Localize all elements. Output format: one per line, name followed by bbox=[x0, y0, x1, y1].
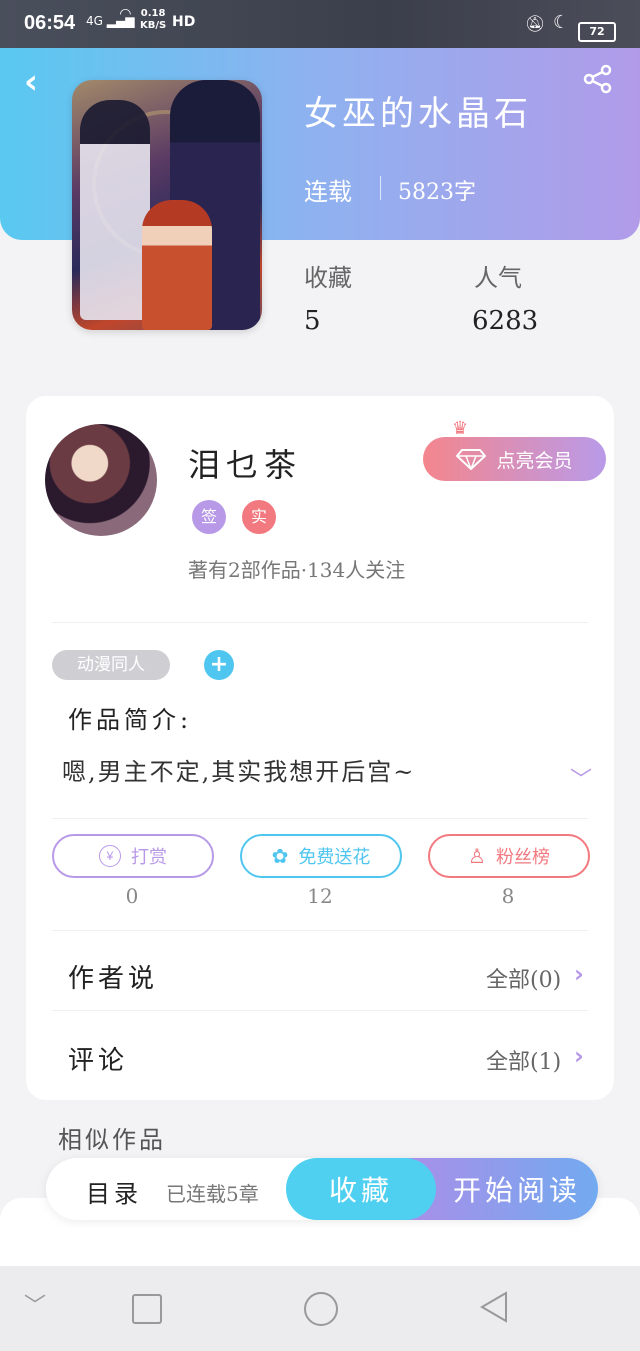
network-speed: ◠ bbox=[120, 6, 131, 22]
divider bbox=[380, 176, 381, 200]
comments-all[interactable]: 全部(1) bbox=[486, 1044, 561, 1076]
home-icon[interactable] bbox=[304, 1292, 338, 1326]
favorite-button[interactable]: 收藏 bbox=[286, 1158, 436, 1220]
mute-bell-icon: 🔕︎ bbox=[525, 14, 546, 33]
verified-badge: 实 bbox=[242, 500, 276, 534]
chevron-right-icon[interactable]: › bbox=[574, 1042, 584, 1070]
reward-label: 打赏 bbox=[131, 847, 167, 867]
vip-button-label: 点亮会员 bbox=[496, 450, 573, 472]
popularity-label: 人气 bbox=[474, 264, 522, 292]
book-status: 连载 bbox=[304, 178, 352, 206]
battery-indicator: 72 bbox=[578, 22, 616, 42]
author-avatar[interactable] bbox=[45, 424, 157, 536]
user-heart-icon: ♙ bbox=[468, 845, 486, 868]
flower-count: 12 bbox=[307, 884, 333, 908]
divider bbox=[52, 622, 588, 623]
send-flower-button[interactable]: ✿ 免费送花 bbox=[240, 834, 402, 878]
yen-icon: ¥ bbox=[99, 845, 121, 867]
favorites-label: 收藏 bbox=[304, 264, 352, 292]
diamond-icon bbox=[456, 449, 487, 470]
flower-icon: ✿ bbox=[271, 845, 289, 868]
fan-ranking-button[interactable]: ♙ 粉丝榜 bbox=[428, 834, 590, 878]
favorite-button-label: 收藏 bbox=[328, 1174, 393, 1207]
fan-ranking-label: 粉丝榜 bbox=[495, 847, 550, 867]
back-arrow-icon[interactable]: ‹ bbox=[24, 62, 38, 102]
chevron-right-icon[interactable]: › bbox=[574, 960, 584, 988]
author-meta: 著有2部作品·134人关注 bbox=[188, 558, 406, 582]
genre-tag[interactable]: 动漫同人 bbox=[52, 650, 170, 680]
reward-count: 0 bbox=[125, 884, 139, 908]
chevron-down-icon[interactable]: ﹀ bbox=[570, 762, 592, 794]
divider bbox=[52, 1010, 588, 1011]
favorites-value: 5 bbox=[304, 306, 321, 336]
send-flower-label: 免费送花 bbox=[298, 847, 371, 867]
reward-button[interactable]: ¥ 打赏 bbox=[52, 834, 214, 878]
hd-indicator: HD bbox=[172, 14, 196, 30]
status-bar: 06:54 4G ▂▄▆ ◠ 0.18 KB/S HD 🔕︎ ☾ 72 bbox=[0, 0, 640, 48]
back-triangle-icon[interactable] bbox=[478, 1290, 510, 1324]
add-tag-icon[interactable]: + bbox=[204, 650, 234, 680]
book-title: 女巫的水晶石 bbox=[304, 94, 532, 134]
similar-works-heading: 相似作品 bbox=[58, 1126, 166, 1154]
status-time: 06:54 bbox=[24, 12, 76, 34]
recents-icon[interactable] bbox=[132, 1294, 162, 1324]
signed-badge: 签 bbox=[192, 500, 226, 534]
book-cover[interactable] bbox=[72, 80, 262, 330]
fan-count: 8 bbox=[501, 884, 515, 908]
intro-label: 作品简介: bbox=[68, 706, 193, 734]
comments-label[interactable]: 评论 bbox=[68, 1040, 128, 1077]
wifi-icon: ◠ bbox=[120, 6, 131, 22]
divider bbox=[52, 930, 588, 931]
popularity-value: 6283 bbox=[472, 306, 539, 336]
chevron-down-icon[interactable]: ﹀ bbox=[24, 1288, 46, 1320]
author-name[interactable]: 泪乜茶 bbox=[188, 440, 302, 486]
author-says-all[interactable]: 全部(0) bbox=[486, 962, 561, 994]
author-says-label[interactable]: 作者说 bbox=[68, 958, 158, 995]
toc-button[interactable]: 目录 bbox=[86, 1174, 142, 1209]
intro-text: 嗯,男主不定,其实我想开后宫~ bbox=[62, 758, 416, 786]
start-reading-label: 开始阅读 bbox=[452, 1174, 581, 1207]
moon-icon: ☾ bbox=[553, 12, 570, 33]
crown-icon: ♛ bbox=[452, 418, 469, 439]
chapter-count[interactable]: 已连载5章 bbox=[166, 1178, 259, 1207]
share-icon[interactable] bbox=[582, 64, 614, 94]
divider bbox=[52, 818, 588, 819]
network-speed-text: 0.18 KB/S bbox=[140, 8, 167, 31]
word-count: 5823字 bbox=[398, 180, 476, 205]
vip-button[interactable]: 点亮会员 bbox=[423, 437, 606, 481]
